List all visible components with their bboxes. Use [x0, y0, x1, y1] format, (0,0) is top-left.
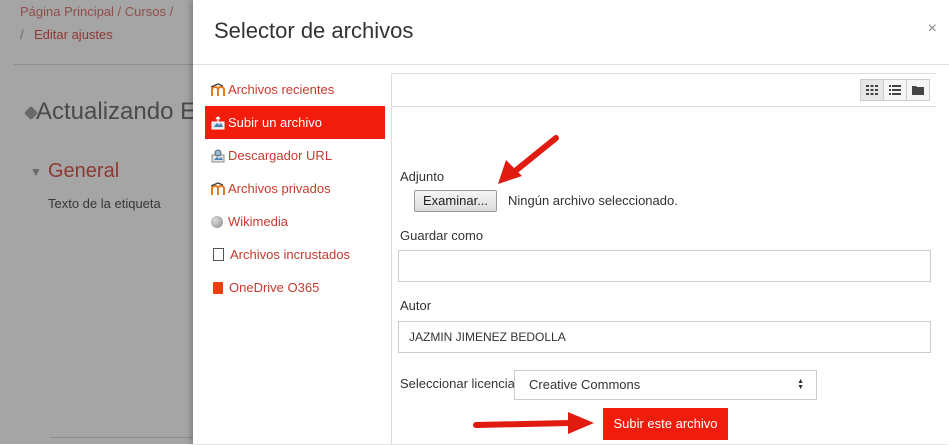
license-select[interactable]: Creative Commons ▲ ▼ [514, 370, 817, 400]
moodle-icon [210, 181, 225, 196]
office-icon [213, 281, 223, 294]
nav-item-label: OneDrive O365 [229, 280, 320, 295]
nav-item-label: Archivos incrustados [230, 247, 350, 262]
annotation-arrow-icon [498, 135, 559, 184]
select-arrows-icon: ▲ ▼ [797, 378, 804, 391]
nav-item-label: Wikimedia [228, 214, 288, 229]
license-label: Seleccionar licencia [400, 376, 515, 391]
nav-item-label: Archivos privados [228, 181, 331, 196]
url-icon [211, 149, 225, 163]
save-as-label: Guardar como [400, 228, 484, 243]
list-view-icon[interactable] [883, 79, 907, 101]
moodle-icon [210, 82, 225, 97]
browse-button[interactable]: Examinar... [414, 190, 498, 212]
file-picker-dialog: Selector de archivos × Archivos reciente… [193, 0, 949, 445]
nav-item-url-downloader[interactable]: Descargador URL [205, 139, 385, 172]
upload-icon [211, 115, 225, 130]
nav-item-wikimedia[interactable]: Wikimedia [205, 205, 385, 238]
nav-item-label: Descargador URL [228, 148, 333, 163]
license-selected-value: Creative Commons [529, 377, 641, 392]
dialog-title: Selector de archivos [214, 18, 414, 43]
annotation-arrow-icon [473, 412, 594, 434]
save-as-input[interactable] [398, 250, 931, 282]
nav-item-embedded-files[interactable]: Archivos incrustados [205, 238, 385, 271]
upload-submit-button[interactable]: Subir este archivo [603, 408, 728, 440]
document-icon [213, 248, 224, 261]
folder-view-icon[interactable] [906, 79, 930, 101]
upload-panel: Adjunto Examinar... Ningún archivo selec… [391, 73, 936, 445]
nav-item-upload-file[interactable]: Subir un archivo [205, 106, 385, 139]
nav-item-onedrive[interactable]: OneDrive O365 [205, 271, 385, 304]
nav-item-label: Archivos recientes [228, 82, 335, 97]
wikimedia-icon [211, 215, 223, 228]
nav-item-recent-files[interactable]: Archivos recientes [205, 73, 385, 106]
close-icon[interactable]: × [928, 20, 937, 38]
view-toolbar [392, 74, 936, 107]
nav-item-label: Subir un archivo [228, 115, 322, 130]
grid-view-icon[interactable] [860, 79, 884, 101]
author-label: Autor [400, 298, 432, 313]
nav-item-private-files[interactable]: Archivos privados [205, 172, 385, 205]
file-status-text: Ningún archivo seleccionado. [508, 193, 678, 208]
dialog-header: Selector de archivos × [193, 0, 949, 65]
view-switcher [860, 79, 930, 101]
repository-nav: Archivos recientes Subir un archivo Desc… [205, 73, 385, 304]
author-input[interactable]: JAZMIN JIMENEZ BEDOLLA [398, 321, 931, 353]
attachment-label: Adjunto [400, 169, 445, 184]
